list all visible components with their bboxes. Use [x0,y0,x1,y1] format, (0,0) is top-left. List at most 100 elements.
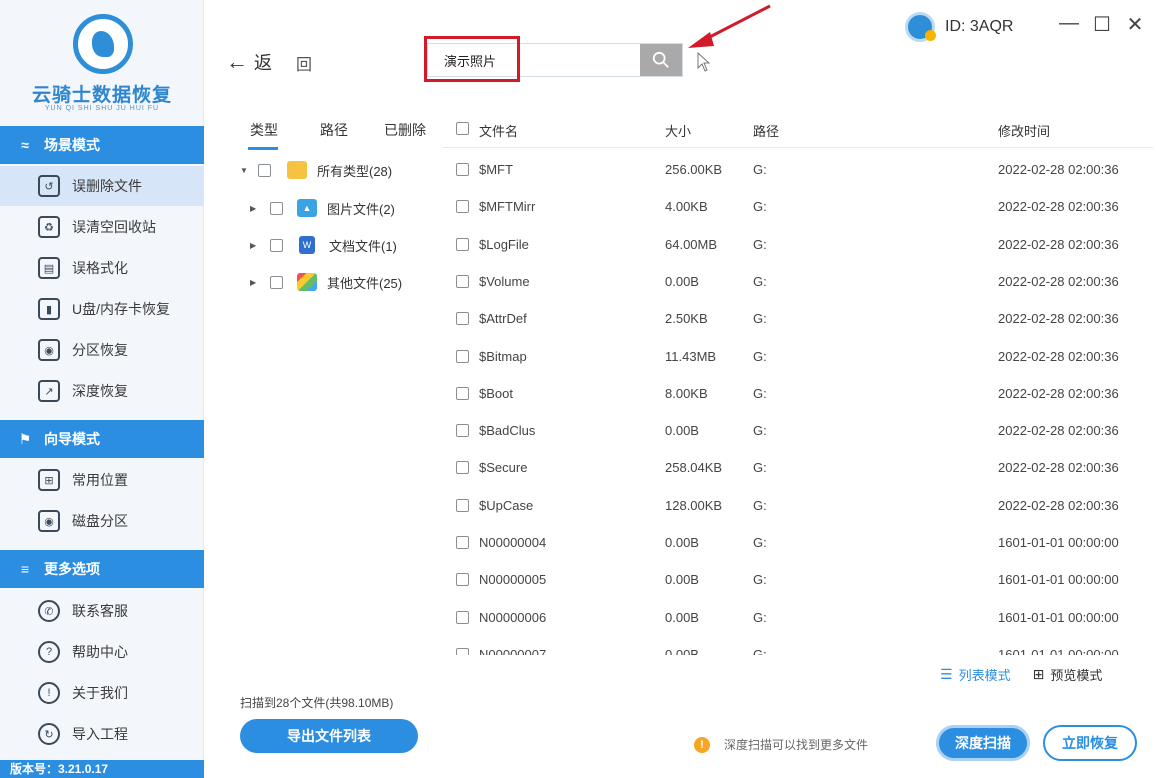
tree-item-others[interactable]: ▶ 其他文件(25) [250,270,402,294]
export-list-button[interactable]: 导出文件列表 [240,719,418,753]
deep-scan-button[interactable]: 深度扫描 [936,725,1030,761]
sidebar-item-about[interactable]: ! 关于我们 [0,673,204,713]
tab-path[interactable]: 路径 [320,120,348,140]
row-checkbox[interactable] [456,424,469,438]
caret-right-icon[interactable]: ▶ [250,241,264,250]
menu-icon: ≡ [20,561,30,577]
tab-deleted[interactable]: 已删除 [384,120,426,140]
checkbox[interactable] [258,163,271,177]
column-modified[interactable]: 修改时间 [998,121,1050,140]
tree-item-label: 所有类型(28) [317,163,393,179]
table-row[interactable]: $BadClus 0.00B G: 2022-02-28 02:00:36 [443,412,1153,449]
select-all-checkbox[interactable] [456,122,469,135]
table-header: 文件名 大小 路径 修改时间 [443,110,1153,148]
row-checkbox[interactable] [456,386,469,400]
sidebar-item-help[interactable]: ? 帮助中心 [0,632,204,672]
tree-item-documents[interactable]: ▶ W 文档文件(1) [250,233,397,257]
table-row[interactable]: $Secure 258.04KB G: 2022-02-28 02:00:36 [443,449,1153,486]
caret-right-icon[interactable]: ▶ [250,204,264,213]
partition-icon: ◉ [38,339,60,361]
table-row[interactable]: $Volume 0.00B G: 2022-02-28 02:00:36 [443,263,1153,300]
sidebar-item-disk-partition[interactable]: ◉ 磁盘分区 [0,501,204,541]
column-size[interactable]: 大小 [665,121,691,140]
table-row[interactable]: N00000005 0.00B G: 1601-01-01 00:00:00 [443,561,1153,598]
file-size: 0.00B [665,423,699,439]
row-checkbox[interactable] [456,610,469,624]
preview-mode-button[interactable]: ⊞ 预览模式 [1033,665,1103,684]
tree-item-all-types[interactable]: ▼ 所有类型(28) [240,158,392,182]
table-row[interactable]: $MFT 256.00KB G: 2022-02-28 02:00:36 [443,151,1153,188]
close-icon[interactable]: ✕ [1125,12,1145,37]
common-location-icon: ⊞ [38,469,60,491]
checkbox[interactable] [270,238,283,252]
list-mode-button[interactable]: ☰ 列表模式 [940,665,1011,684]
table-row[interactable]: N00000004 0.00B G: 1601-01-01 00:00:00 [443,524,1153,561]
tab-type[interactable]: 类型 [250,120,278,140]
table-row[interactable]: $UpCase 128.00KB G: 2022-02-28 02:00:36 [443,487,1153,524]
caret-down-icon[interactable]: ▼ [240,166,254,175]
table-row[interactable]: $Bitmap 11.43MB G: 2022-02-28 02:00:36 [443,338,1153,375]
table-row[interactable]: $LogFile 64.00MB G: 2022-02-28 02:00:36 [443,226,1153,263]
file-name: $Bitmap [479,348,527,364]
sidebar-item-label: 磁盘分区 [72,513,128,529]
tree-item-label: 图片文件(2) [327,201,395,217]
app-window: 云骑士数据恢复 YUN QI SHI SHU JU HUI FU ≈ 场景模式 … [0,0,1156,778]
table-row[interactable]: N00000007 0.00B G: 1601-01-01 00:00:00 [443,636,1153,655]
file-path: G: [753,385,767,401]
sidebar-item-label: 关于我们 [72,685,128,701]
app-logo: 云骑士数据恢复 YUN QI SHI SHU JU HUI FU [0,8,204,118]
checkbox[interactable] [270,201,283,215]
user-id-area[interactable]: ID: 3AQR [905,12,1013,42]
file-modified: 2022-02-28 02:00:36 [998,311,1119,327]
row-checkbox[interactable] [456,536,469,549]
file-path: G: [753,609,767,625]
file-modified: 2022-02-28 02:00:36 [998,236,1119,252]
minimize-icon[interactable]: — [1059,12,1079,35]
row-checkbox[interactable] [456,349,469,363]
row-checkbox[interactable] [456,498,469,512]
other-files-icon [297,273,317,291]
row-checkbox[interactable] [456,461,469,475]
sidebar-item-recycle-bin[interactable]: ♻ 误清空回收站 [0,207,204,247]
sidebar-item-usb-card[interactable]: ▮ U盘/内存卡恢复 [0,289,204,329]
import-icon: ↻ [38,723,60,745]
file-path: G: [753,199,767,215]
sidebar-item-common-location[interactable]: ⊞ 常用位置 [0,460,204,500]
row-checkbox[interactable] [456,573,469,587]
sidebar-item-format[interactable]: ▤ 误格式化 [0,248,204,288]
file-modified: 2022-02-28 02:00:36 [998,497,1119,513]
row-checkbox[interactable] [456,237,469,251]
sidebar-item-label: 误格式化 [72,260,128,276]
table-row[interactable]: $Boot 8.00KB G: 2022-02-28 02:00:36 [443,375,1153,412]
checkbox[interactable] [270,275,283,289]
home-button[interactable]: 回 [296,51,312,75]
file-size: 256.00KB [665,162,723,177]
row-checkbox[interactable] [456,312,469,326]
sidebar-item-deleted-files[interactable]: ↺ 误删除文件 [0,166,204,206]
back-label: 返 [254,53,272,73]
sidebar-item-import[interactable]: ↻ 导入工程 [0,714,204,754]
row-checkbox[interactable] [456,647,469,655]
file-path: G: [753,572,767,588]
table-row[interactable]: $AttrDef 2.50KB G: 2022-02-28 02:00:36 [443,300,1153,337]
caret-right-icon[interactable]: ▶ [250,278,264,287]
sidebar-item-deep-recovery[interactable]: ↗ 深度恢复 [0,371,204,411]
usb-card-icon: ▮ [38,298,60,320]
sidebar-item-partition[interactable]: ◉ 分区恢复 [0,330,204,370]
row-checkbox[interactable] [456,200,469,214]
search-button[interactable] [640,44,682,76]
tree-item-images[interactable]: ▶ ▲ 图片文件(2) [250,196,395,220]
row-checkbox[interactable] [456,163,469,176]
document-icon: W [299,236,315,254]
column-name[interactable]: 文件名 [479,121,518,140]
tree-item-label: 其他文件(25) [327,275,403,291]
sidebar-item-contact[interactable]: ✆ 联系客服 [0,591,204,631]
table-row[interactable]: N00000006 0.00B G: 1601-01-01 00:00:00 [443,599,1153,636]
file-size: 0.00B [665,646,699,655]
row-checkbox[interactable] [456,274,469,288]
column-path[interactable]: 路径 [753,121,779,140]
back-button[interactable]: ← 返 [226,49,272,75]
recover-now-button[interactable]: 立即恢复 [1043,725,1137,761]
maximize-icon[interactable]: ☐ [1092,12,1112,37]
table-row[interactable]: $MFTMirr 4.00KB G: 2022-02-28 02:00:36 [443,188,1153,225]
